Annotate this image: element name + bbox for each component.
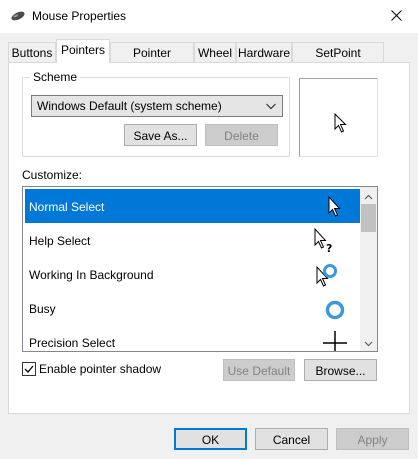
tab-wheel[interactable]: Wheel — [194, 42, 236, 62]
arrow-cursor-icon — [321, 193, 349, 221]
tab-buttons[interactable]: Buttons — [8, 42, 56, 62]
list-item-label: Working In Background — [29, 268, 154, 282]
list-item-label: Busy — [29, 302, 56, 316]
tab-pointer-options[interactable]: Pointer Options — [110, 42, 194, 74]
cancel-button[interactable]: Cancel — [255, 428, 328, 450]
arrow-cursor-icon — [334, 113, 347, 133]
apply-button[interactable]: Apply — [336, 428, 409, 450]
use-default-button[interactable]: Use Default — [223, 359, 295, 381]
customize-label: Customize: — [22, 168, 83, 182]
enable-shadow-label[interactable]: Enable pointer shadow — [39, 362, 161, 376]
scroll-up-button[interactable] — [360, 187, 377, 204]
crosshair-cursor-icon — [321, 329, 349, 351]
window-title: Mouse Properties — [32, 9, 127, 23]
help-cursor-icon: ? — [311, 227, 339, 255]
list-item[interactable]: Precision Select — [25, 325, 361, 351]
dialog-body: Buttons Pointers Pointer Options Wheel H… — [0, 33, 418, 459]
tab-setpoint-settings[interactable]: SetPoint Settings — [292, 42, 384, 74]
title-bar: Mouse Properties — [0, 0, 418, 33]
tab-pointers[interactable]: Pointers — [56, 39, 110, 63]
scheme-dropdown[interactable]: Windows Default (system scheme) — [31, 95, 283, 117]
list-item-label: Help Select — [29, 234, 91, 248]
list-item-label: Precision Select — [29, 336, 116, 350]
scheme-group: Scheme Windows Default (system scheme) S… — [22, 70, 290, 157]
list-item-label: Normal Select — [29, 200, 105, 214]
mouse-icon — [10, 10, 26, 22]
delete-button[interactable]: Delete — [205, 124, 278, 146]
working-cursor-icon — [313, 261, 341, 289]
pointer-list[interactable]: Normal Select Help Select ? Working In B… — [22, 186, 378, 352]
ok-button[interactable]: OK — [174, 428, 247, 450]
close-button[interactable] — [374, 0, 418, 33]
scroll-thumb[interactable] — [361, 204, 376, 232]
chevron-up-icon — [364, 189, 373, 203]
svg-text:?: ? — [326, 242, 332, 255]
list-scrollbar[interactable] — [360, 187, 377, 351]
list-item[interactable]: Busy — [25, 291, 361, 325]
chevron-down-icon — [265, 100, 277, 112]
list-item[interactable]: Working In Background — [25, 257, 361, 291]
save-as-button[interactable]: Save As... — [124, 124, 197, 146]
busy-cursor-icon — [321, 295, 349, 323]
enable-shadow-checkbox[interactable] — [22, 362, 36, 376]
tab-hardware[interactable]: Hardware — [236, 42, 292, 62]
list-item[interactable]: Normal Select — [25, 189, 361, 223]
cursor-preview — [299, 78, 378, 157]
close-icon — [390, 9, 402, 24]
browse-button[interactable]: Browse... — [304, 359, 377, 381]
chevron-down-icon — [364, 336, 373, 350]
list-item[interactable]: Help Select ? — [25, 223, 361, 257]
scroll-down-button[interactable] — [360, 334, 377, 351]
scheme-dropdown-value: Windows Default (system scheme) — [37, 99, 222, 113]
pointers-panel: Scheme Windows Default (system scheme) S… — [8, 62, 410, 414]
scheme-group-label: Scheme — [30, 70, 81, 84]
